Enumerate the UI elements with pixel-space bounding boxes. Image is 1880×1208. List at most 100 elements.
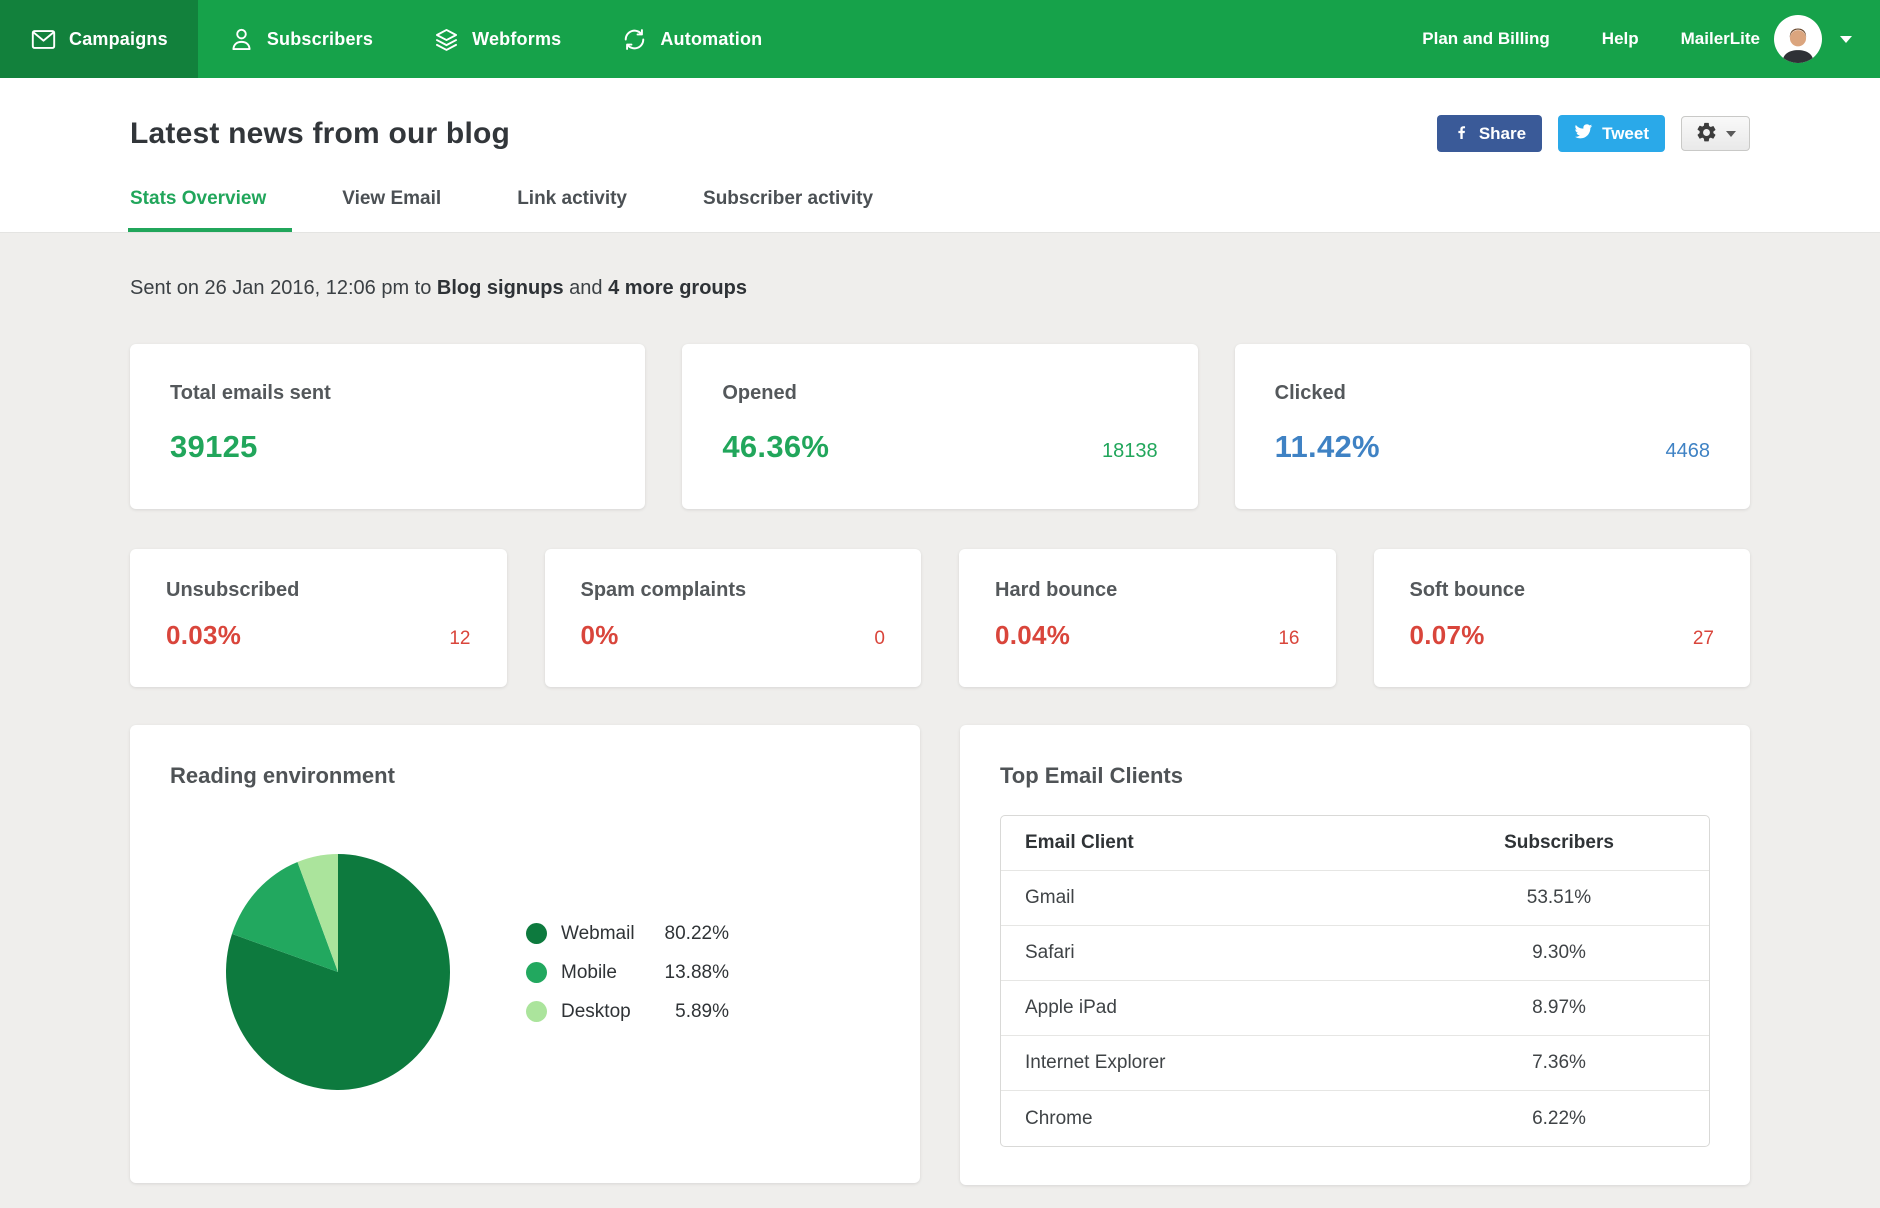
legend-item-desktop: Desktop 5.89% <box>526 1001 729 1023</box>
nav-label-campaigns: Campaigns <box>69 28 168 49</box>
client-share: 9.30% <box>1532 942 1586 963</box>
facebook-icon <box>1453 123 1470 145</box>
client-share: 6.22% <box>1532 1107 1586 1129</box>
client-name: Internet Explorer <box>1025 1052 1166 1073</box>
stat-label: Opened <box>722 382 797 404</box>
card-total-emails-sent: Total emails sent 39125 <box>130 344 646 509</box>
tab-stats-overview[interactable]: Stats Overview <box>127 188 293 232</box>
tab-view-email[interactable]: View Email <box>342 188 441 232</box>
card-soft-bounce: Soft bounce 0.07% 27 <box>1373 549 1750 687</box>
legend-value: 80.22% <box>664 922 729 944</box>
bottom-panels-row: Reading environment Webmail 80.22% Mobil… <box>130 725 1750 1185</box>
reading-environment-title: Reading environment <box>170 763 395 788</box>
twitter-bird-icon <box>1574 122 1593 146</box>
sent-more-groups[interactable]: 4 more groups <box>608 277 747 299</box>
nav-item-automation[interactable]: Automation <box>591 0 792 78</box>
main-content: Sent on 26 Jan 2016, 12:06 pm to Blog si… <box>0 277 1880 1185</box>
card-unsubscribed: Unsubscribed 0.03% 12 <box>130 549 507 687</box>
stat-label: Hard bounce <box>995 579 1118 601</box>
table-header-row: Email Client Subscribers <box>1001 816 1709 871</box>
stat-value: 46.36% <box>722 429 830 464</box>
tab-link-activity[interactable]: Link activity <box>517 188 627 232</box>
nav-item-campaigns[interactable]: Campaigns <box>0 0 198 78</box>
header-actions: Share Tweet <box>1436 115 1750 152</box>
tab-bar: Stats Overview View Email Link activity … <box>127 188 1750 232</box>
stat-count: 12 <box>449 628 471 649</box>
table-row: Gmail 53.51% <box>1001 871 1709 926</box>
stat-count: 4468 <box>1665 440 1710 462</box>
secondary-stats-row: Unsubscribed 0.03% 12 Spam complaints 0%… <box>130 549 1750 687</box>
stat-value: 39125 <box>170 429 258 464</box>
stat-value: 0.03% <box>166 620 242 650</box>
card-hard-bounce: Hard bounce 0.04% 16 <box>959 549 1336 687</box>
stat-label: Clicked <box>1274 382 1346 404</box>
legend-item-mobile: Mobile 13.88% <box>526 962 729 984</box>
legend-label: Mobile <box>561 961 617 983</box>
stat-count: 0 <box>874 628 885 649</box>
stat-value: 11.42% <box>1274 429 1380 464</box>
top-email-clients-title: Top Email Clients <box>1000 763 1183 788</box>
table-row: Internet Explorer 7.36% <box>1001 1036 1709 1091</box>
pie-legend: Webmail 80.22% Mobile 13.88% Desktop 5.8… <box>526 923 729 1023</box>
legend-value: 13.88% <box>664 961 729 983</box>
envelope-icon <box>30 26 57 53</box>
reading-environment-pie-chart <box>222 849 454 1096</box>
legend-label: Desktop <box>561 1000 631 1022</box>
stat-count: 18138 <box>1102 440 1158 462</box>
table-row: Apple iPad 8.97% <box>1001 981 1709 1036</box>
client-name: Safari <box>1025 942 1075 963</box>
sent-group-name: Blog signups <box>436 277 564 299</box>
nav-item-subscribers[interactable]: Subscribers <box>198 0 403 78</box>
chevron-down-icon[interactable] <box>1840 35 1852 43</box>
twitter-tweet-button[interactable]: Tweet <box>1558 115 1665 152</box>
legend-label: Webmail <box>561 922 635 944</box>
tab-subscriber-activity[interactable]: Subscriber activity <box>703 188 873 232</box>
tweet-button-label: Tweet <box>1602 123 1649 143</box>
stat-label: Spam complaints <box>580 579 747 601</box>
legend-marker-webmail <box>526 923 547 944</box>
reading-environment-panel: Reading environment Webmail 80.22% Mobil… <box>130 725 920 1183</box>
nav-label-automation: Automation <box>660 28 763 49</box>
avatar <box>1774 15 1822 63</box>
stat-value: 0% <box>580 620 619 650</box>
stat-count: 27 <box>1692 628 1714 649</box>
stat-label: Unsubscribed <box>166 579 300 601</box>
page-title: Latest news from our blog <box>130 116 511 150</box>
sent-summary: Sent on 26 Jan 2016, 12:06 pm to Blog si… <box>130 277 747 299</box>
card-opened: Opened 46.36% 18138 <box>682 344 1198 509</box>
nav-item-webforms[interactable]: Webforms <box>403 0 591 78</box>
column-header-email-client: Email Client <box>1025 832 1134 853</box>
legend-marker-desktop <box>526 1001 547 1022</box>
legend-value: 5.89% <box>675 1000 729 1022</box>
nav-link-help[interactable]: Help <box>1576 29 1665 49</box>
nav-label-subscribers: Subscribers <box>266 28 374 49</box>
client-name: Gmail <box>1025 887 1075 908</box>
card-clicked: Clicked 11.42% 4468 <box>1234 344 1750 509</box>
table-row: Safari 9.30% <box>1001 926 1709 981</box>
top-email-clients-panel: Top Email Clients Email Client Subscribe… <box>960 725 1750 1185</box>
email-clients-table: Email Client Subscribers Gmail 53.51% Sa… <box>1000 815 1710 1147</box>
table-row: Chrome 6.22% <box>1001 1091 1709 1146</box>
settings-dropdown-button[interactable] <box>1681 116 1750 151</box>
nav-link-plan-billing[interactable]: Plan and Billing <box>1396 29 1576 49</box>
stat-value: 0.04% <box>995 620 1071 650</box>
primary-stats-row: Total emails sent 39125 Opened 46.36% 18… <box>130 344 1750 509</box>
top-nav: Campaigns Subscribers Webforms Automatio… <box>0 0 1880 78</box>
layers-icon <box>433 26 460 53</box>
stat-count: 16 <box>1278 628 1300 649</box>
account-menu[interactable]: MailerLite <box>1665 15 1852 63</box>
stat-label: Total emails sent <box>170 382 331 404</box>
client-name: Apple iPad <box>1025 997 1117 1018</box>
stat-value: 0.07% <box>1409 620 1485 650</box>
page-header: Latest news from our blog Share Tweet St… <box>0 78 1880 233</box>
column-header-subscribers: Subscribers <box>1504 832 1614 853</box>
client-share: 8.97% <box>1532 997 1586 1018</box>
stat-label: Soft bounce <box>1409 579 1526 601</box>
client-share: 53.51% <box>1526 887 1592 908</box>
chevron-down-icon <box>1726 130 1736 137</box>
facebook-share-button[interactable]: Share <box>1436 115 1543 152</box>
gear-icon <box>1695 121 1718 147</box>
nav-right: Plan and Billing Help MailerLite <box>1396 0 1880 78</box>
nav-label-webforms: Webforms <box>472 28 562 49</box>
share-button-label: Share <box>1478 123 1527 143</box>
